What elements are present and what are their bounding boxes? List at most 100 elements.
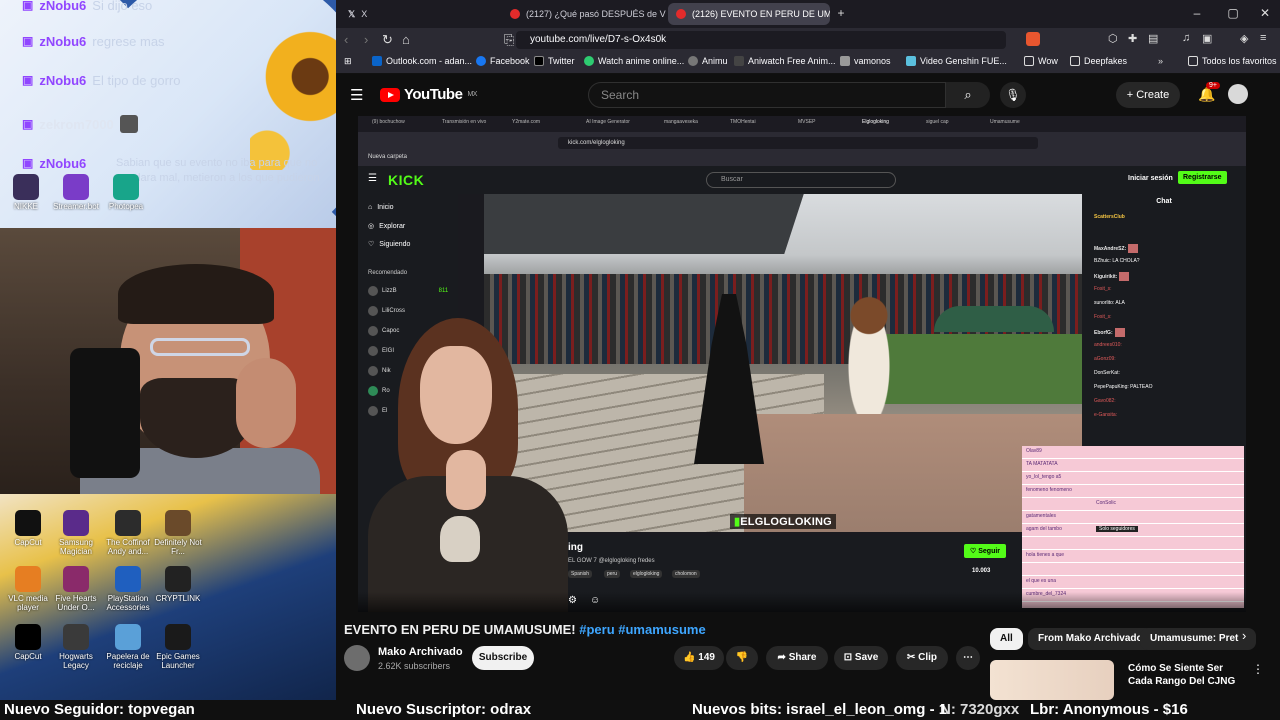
youtube-header: ☰ YouTube MX Search ⌕ 🎙 + Create 🔔 9+: [336, 74, 1280, 116]
back-icon[interactable]: ‹: [344, 32, 348, 47]
close-window-button[interactable]: ✕: [1256, 6, 1274, 20]
stream-watermark: ▮ELGLOGLOKING: [730, 514, 836, 529]
chat-line: DonSerKat:: [1094, 370, 1120, 376]
youtube-logo[interactable]: YouTube MX: [380, 86, 477, 103]
video-hashtags[interactable]: #peru #umamusume: [579, 622, 705, 637]
desktop-icon[interactable]: Definitely Not Fr...: [150, 510, 206, 556]
kick-recommended-label: Recomendado: [368, 270, 408, 276]
bookmark-item[interactable]: Watch anime online...: [584, 56, 684, 66]
desktop-icon[interactable]: Photopea: [98, 174, 154, 211]
youtube-icon: [510, 9, 520, 19]
more-actions-button[interactable]: ⋯: [956, 646, 980, 670]
brave-shield-icon[interactable]: [1026, 32, 1040, 46]
mascot-costume: [844, 294, 894, 414]
chat-title: Chat: [1156, 198, 1172, 205]
music-icon[interactable]: ♫: [1182, 32, 1190, 44]
shield-icon[interactable]: ◈: [1240, 32, 1248, 45]
bookmark-item[interactable]: Animu: [688, 56, 728, 66]
app-icon: [115, 566, 141, 592]
bookmark-folder[interactable]: Deepfakes: [1070, 56, 1127, 66]
avatar[interactable]: [1228, 84, 1248, 104]
tab-x[interactable]: 𝕏 X: [340, 3, 500, 25]
settings-icon[interactable]: ⚙: [568, 595, 577, 606]
emote-icon: [1119, 272, 1130, 281]
new-tab-button[interactable]: +: [832, 6, 850, 20]
forward-icon[interactable]: ›: [364, 32, 368, 47]
chip-topic[interactable]: Umamusume: Pret: [1140, 628, 1256, 650]
bookmark-item[interactable]: Outlook.com - adan...: [372, 56, 472, 66]
tab-youtube[interactable]: (2127) ¿Qué pasó DESPUÉS de VOLV: [502, 3, 666, 25]
chat-message: regrese mas: [92, 33, 165, 49]
share-icon: ➦: [777, 652, 786, 663]
desktop-icon-label: Five Hearts Under O...: [55, 594, 97, 612]
emoji-icon[interactable]: ☺: [590, 595, 600, 606]
thumbs-up-icon: 👍: [683, 652, 696, 663]
voice-search-button[interactable]: 🎙: [1000, 82, 1026, 108]
create-button[interactable]: + Create: [1116, 82, 1180, 108]
bookmark-item[interactable]: Facebook: [476, 56, 530, 66]
youtube-play-icon: [380, 87, 400, 102]
bookmark-item[interactable]: vamonos: [840, 56, 891, 66]
chip-from-channel[interactable]: From Mako Archivado: [1028, 628, 1153, 650]
apps-icon[interactable]: ⊞: [344, 56, 352, 67]
desktop-icon[interactable]: Samsung Magician: [48, 510, 104, 556]
ticker-item: Nuevo Suscriptor: odrax: [356, 701, 532, 718]
wallet-icon[interactable]: ▣: [1202, 32, 1212, 45]
bookmark-item[interactable]: Video Genshin FUE...: [906, 56, 1007, 66]
search-button[interactable]: ⌕: [946, 82, 990, 108]
video-player[interactable]: (9) bochuchow Transmisión en vivo Y2mate…: [358, 116, 1246, 612]
minimize-button[interactable]: –: [1188, 6, 1206, 20]
bookmark-item[interactable]: Aniwatch Free Anim...: [734, 56, 836, 66]
desktop-icon[interactable]: Epic Games Launcher: [150, 624, 206, 670]
desktop-icon[interactable]: NIKKE: [0, 174, 54, 211]
ticker-item: N: 7320gxx: [940, 701, 1020, 718]
save-button[interactable]: ⊡ Save: [834, 646, 888, 670]
puzzle-icon[interactable]: ✚: [1128, 32, 1137, 45]
chat-line: Fosit_s:: [1094, 286, 1112, 292]
bookmark-folder[interactable]: Wow: [1024, 56, 1058, 66]
bookmark-folder[interactable]: Todos los favoritos: [1188, 56, 1277, 66]
desktop-icon[interactable]: PlayStation Accessories: [100, 566, 156, 612]
channel-name[interactable]: Mako Archivado: [378, 646, 463, 658]
kick-logo: KICK: [388, 172, 425, 188]
desktop-icon[interactable]: Hogwarts Legacy: [48, 624, 104, 670]
desktop-icon[interactable]: CRYPTLINK: [150, 566, 206, 603]
chat-line: e-Gansita:: [1094, 412, 1118, 418]
facebook-icon: [476, 56, 486, 66]
desktop-icon-label: Samsung Magician: [59, 538, 93, 556]
bookmark-icon[interactable]: ⎘: [504, 32, 514, 48]
extension-icon[interactable]: ⬡: [1108, 32, 1118, 45]
desktop-icon[interactable]: Five Hearts Under O...: [48, 566, 104, 612]
bookmark-item[interactable]: Twitter: [534, 56, 575, 66]
reload-icon[interactable]: ↻: [382, 32, 393, 48]
maximize-button[interactable]: ▢: [1224, 6, 1242, 20]
recommended-title[interactable]: Cómo Se Siente Ser Cada Rango Del CJNG: [1128, 662, 1248, 688]
kick-nav-item: ♡ Siguiendo: [368, 240, 411, 249]
home-icon[interactable]: ⌂: [402, 32, 410, 47]
browser-window: 𝕏 X (2127) ¿Qué pasó DESPUÉS de VOLV (21…: [336, 0, 1280, 700]
kick-header: ☰ KICK Buscar Iniciar sesión Registrarse: [358, 166, 1246, 194]
desktop-icon[interactable]: The Coffinof Andy and...: [100, 510, 156, 556]
sidebar-icon[interactable]: ▤: [1148, 32, 1158, 45]
desktop-icon-label: Definitely Not Fr...: [154, 538, 202, 556]
search-input[interactable]: Search: [588, 82, 946, 108]
more-bookmarks-icon[interactable]: »: [1158, 56, 1163, 66]
menu-icon[interactable]: ≡: [1260, 32, 1266, 44]
recommended-thumbnail[interactable]: [990, 660, 1114, 700]
url-field[interactable]: youtube.com/live/D7-s-Ox4s0k: [516, 31, 1006, 49]
desktop-icon[interactable]: Streamer.bot: [48, 174, 104, 211]
desktop-icon[interactable]: Papelera de reciclaje: [100, 624, 156, 670]
chevron-right-icon[interactable]: ›: [1242, 628, 1246, 643]
kebab-menu-icon[interactable]: ⋮: [1252, 662, 1264, 676]
stream-tag: elglogloking: [630, 570, 663, 578]
clip-button[interactable]: ✂ Clip: [896, 646, 948, 670]
channel-avatar[interactable]: [344, 645, 370, 671]
hamburger-menu-icon[interactable]: ☰: [350, 86, 363, 104]
dislike-button[interactable]: 👎: [726, 646, 758, 670]
share-button[interactable]: ➦ Share: [766, 646, 828, 670]
like-button[interactable]: 👍 149: [674, 646, 724, 670]
chip-all[interactable]: All: [990, 628, 1023, 650]
subscribe-button[interactable]: Subscribe: [472, 646, 534, 670]
tab-youtube-active[interactable]: (2126) EVENTO EN PERU DE UMA ✕: [668, 3, 830, 25]
thumbs-down-icon: 👎: [735, 652, 749, 663]
